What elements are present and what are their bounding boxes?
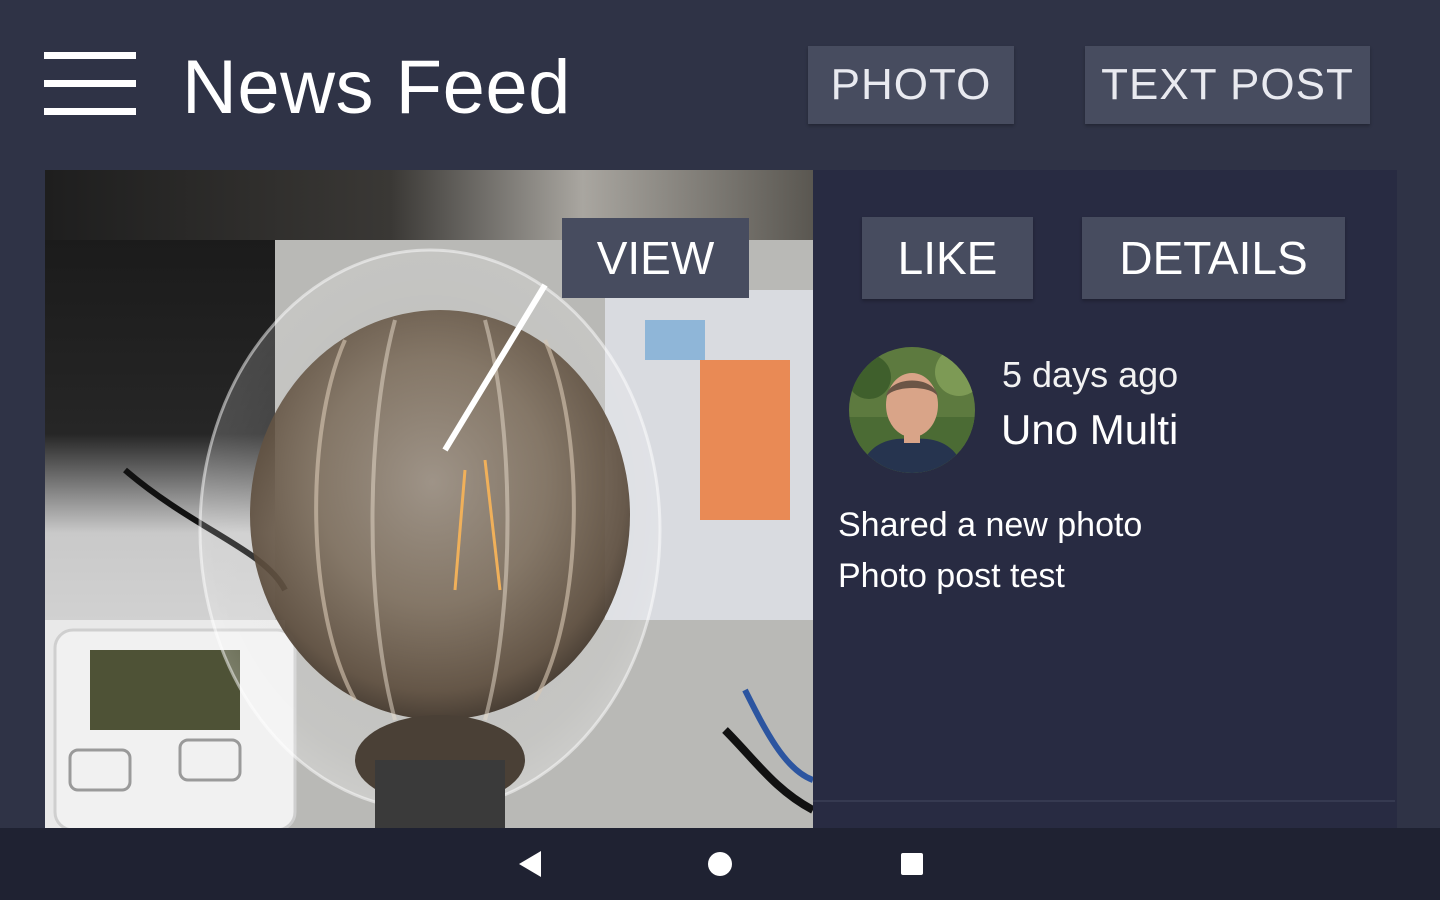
app-bar: News Feed PHOTO TEXT POST (0, 0, 1440, 170)
home-button[interactable] (680, 828, 760, 900)
back-triangle-icon (519, 851, 541, 877)
details-button[interactable]: DETAILS (1082, 217, 1345, 299)
avatar[interactable] (849, 347, 975, 473)
home-circle-icon (708, 852, 732, 876)
news-feed-screen: News Feed PHOTO TEXT POST VIEW LIKE DETA… (0, 0, 1440, 900)
like-button[interactable]: LIKE (862, 217, 1033, 299)
post-caption: Photo post test (838, 557, 1065, 595)
page-title: News Feed (182, 45, 571, 130)
system-navigation-bar (0, 828, 1440, 900)
view-button[interactable]: VIEW (562, 218, 749, 298)
photo-button[interactable]: PHOTO (808, 46, 1014, 124)
text-post-button[interactable]: TEXT POST (1085, 46, 1370, 124)
author-name[interactable]: Uno Multi (1001, 406, 1178, 454)
back-button[interactable] (490, 828, 570, 900)
author-avatar-image (849, 347, 975, 473)
post-timestamp: 5 days ago (1002, 354, 1179, 395)
card-divider (813, 800, 1395, 802)
post-description: Shared a new photo (838, 506, 1143, 544)
recents-button[interactable] (872, 828, 952, 900)
hamburger-menu-icon[interactable] (44, 52, 136, 118)
card-gutter (1397, 170, 1440, 830)
recents-square-icon (901, 853, 923, 875)
